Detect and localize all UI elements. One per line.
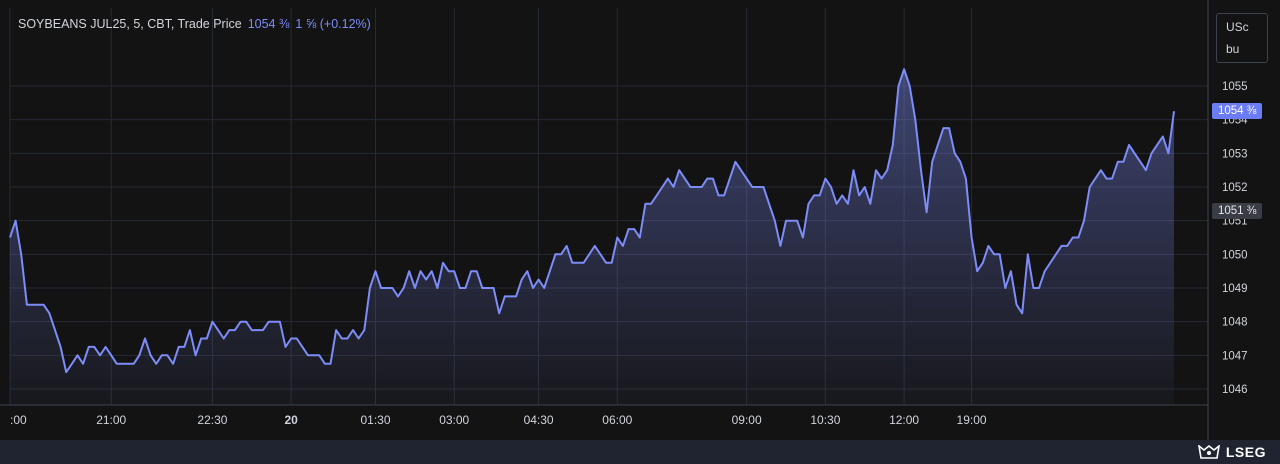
chart-legend: SOYBEANS JUL25, 5, CBT, Trade Price 1054 … xyxy=(18,17,371,31)
y-tick-label: 1055 xyxy=(1222,81,1248,93)
y-tick-label: 1048 xyxy=(1222,317,1248,329)
x-tick-label: :00 xyxy=(10,413,27,427)
x-tick-label: 03:00 xyxy=(439,413,469,427)
x-tick-label: 10:30 xyxy=(810,413,840,427)
y-tick-label: 1049 xyxy=(1222,283,1248,295)
footer-bar xyxy=(0,440,1280,464)
unit-currency: USc xyxy=(1226,20,1249,34)
x-tick-label: 06:00 xyxy=(602,413,632,427)
brand-name: LSEG xyxy=(1225,444,1266,460)
y-tick-label: 1053 xyxy=(1222,148,1248,160)
legend-instrument: SOYBEANS JUL25, 5, CBT, Trade Price xyxy=(18,17,242,31)
x-tick-label: 19:00 xyxy=(957,413,987,427)
legend-last-price: 1054 ⅜ xyxy=(247,17,290,31)
legend-change: 1 ⅝ (+0.12%) xyxy=(295,17,371,31)
last-price-tag: 1054 ⅜ xyxy=(1212,103,1263,119)
x-tick-label: 09:00 xyxy=(732,413,762,427)
y-tick-label: 1052 xyxy=(1222,182,1248,194)
y-tick-label: 1047 xyxy=(1222,350,1248,362)
unit-selector[interactable]: USc bu xyxy=(1216,13,1268,63)
lseg-emblem-icon xyxy=(1197,445,1220,459)
price-chart[interactable]: 1046104710481049105010511052105310541055… xyxy=(0,0,1280,440)
y-tick-label: 1046 xyxy=(1222,384,1248,396)
unit-measure: bu xyxy=(1226,42,1240,56)
x-tick-label: 22:30 xyxy=(197,413,227,427)
x-tick-label: 12:00 xyxy=(889,413,919,427)
x-tick-label: 21:00 xyxy=(96,413,126,427)
previous-close-tag: 1051 ⅜ xyxy=(1212,203,1263,219)
x-tick-label: 04:30 xyxy=(524,413,554,427)
lseg-logo: LSEG xyxy=(1197,443,1266,461)
x-tick-label: 01:30 xyxy=(360,413,390,427)
x-tick-label: 20 xyxy=(284,413,298,427)
y-tick-label: 1050 xyxy=(1222,249,1248,261)
